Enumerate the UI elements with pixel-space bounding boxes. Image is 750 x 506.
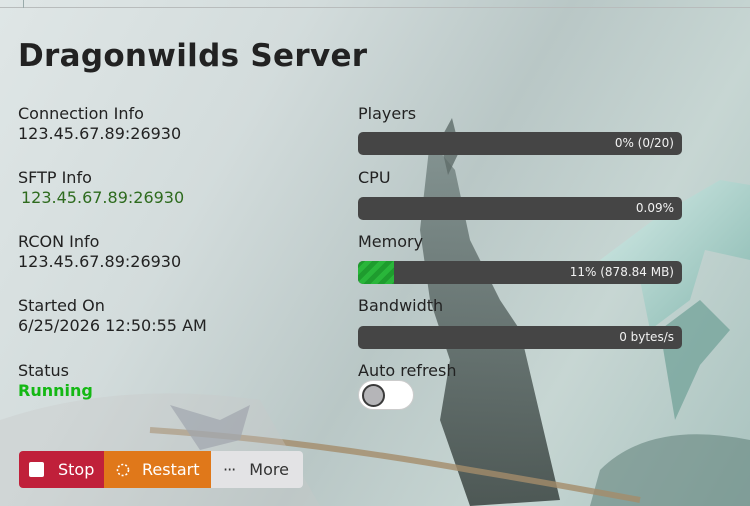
page-title: Dragonwilds Server: [18, 38, 368, 74]
server-panel: Dragonwilds Server Connection Info 123.4…: [0, 0, 750, 506]
memory-bar: 11% (878.84 MB): [358, 261, 682, 284]
players-metric: Players 0% (0/20): [358, 104, 682, 155]
players-bar-text: 0% (0/20): [614, 136, 674, 150]
action-buttons: Stop Restart ··· More: [19, 451, 303, 488]
stop-icon: [29, 462, 44, 477]
sftp-info-label: SFTP Info: [18, 168, 92, 187]
sftp-info: SFTP Info 123.45.67.89:26930: [18, 168, 184, 208]
bandwidth-metric: Bandwidth 0 bytes/s: [358, 296, 682, 349]
toggle-knob: [362, 384, 385, 407]
rcon-info-label: RCON Info: [18, 232, 100, 251]
more-button-label: More: [249, 460, 289, 479]
stop-button[interactable]: Stop: [19, 451, 104, 488]
status-value: Running: [18, 381, 93, 400]
memory-label: Memory: [358, 232, 424, 251]
memory-bar-text: 11% (878.84 MB): [569, 265, 674, 279]
started-on: Started On 6/25/2026 12:50:55 AM: [18, 296, 207, 336]
restart-spinner-icon: [116, 463, 130, 476]
memory-bar-fill: [358, 261, 394, 284]
rcon-info-value: 123.45.67.89:26930: [18, 252, 182, 271]
memory-metric: Memory 11% (878.84 MB): [358, 232, 682, 284]
status-label: Status: [18, 361, 69, 380]
bandwidth-label: Bandwidth: [358, 296, 444, 315]
restart-button-label: Restart: [142, 460, 200, 479]
stop-button-label: Stop: [58, 460, 95, 479]
status: Status Running: [18, 361, 93, 401]
cpu-bar-text: 0.09%: [635, 201, 674, 215]
auto-refresh: Auto refresh: [358, 361, 682, 381]
connection-info-value: 123.45.67.89:26930: [18, 124, 182, 143]
auto-refresh-label: Auto refresh: [358, 361, 457, 380]
restart-button[interactable]: Restart: [104, 451, 211, 488]
more-button[interactable]: ··· More: [211, 451, 303, 488]
cpu-bar: 0.09%: [358, 197, 682, 220]
started-on-value: 6/25/2026 12:50:55 AM: [18, 316, 207, 335]
connection-info: Connection Info 123.45.67.89:26930: [18, 104, 181, 144]
bandwidth-bar-text: 0 bytes/s: [619, 330, 674, 344]
connection-info-label: Connection Info: [18, 104, 144, 123]
ellipsis-icon: ···: [223, 460, 236, 479]
bandwidth-bar: 0 bytes/s: [358, 326, 682, 349]
auto-refresh-toggle[interactable]: [358, 380, 414, 410]
sftp-info-link[interactable]: 123.45.67.89:26930: [18, 188, 184, 208]
cpu-metric: CPU 0.09%: [358, 168, 682, 220]
rcon-info: RCON Info 123.45.67.89:26930: [18, 232, 181, 272]
started-on-label: Started On: [18, 296, 105, 315]
cpu-label: CPU: [358, 168, 391, 187]
players-bar: 0% (0/20): [358, 132, 682, 155]
players-label: Players: [358, 104, 417, 123]
